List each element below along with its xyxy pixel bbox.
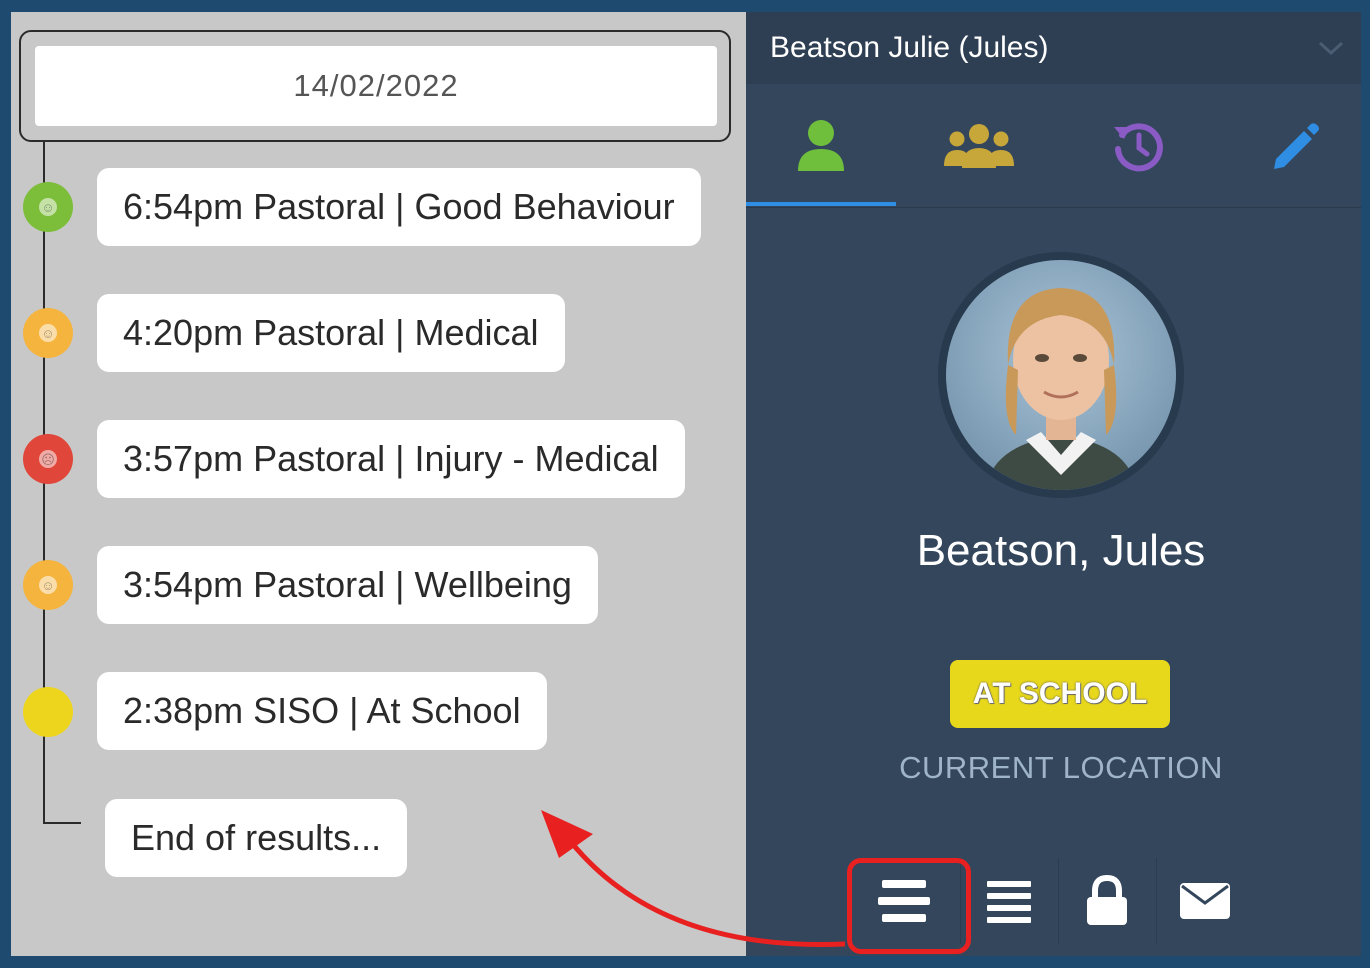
timeline-entry[interactable]: 2:38pm SISO | At School — [97, 672, 547, 750]
location-status-badge: AT SCHOOL — [950, 660, 1170, 728]
status-dot-neutral: ☺ — [23, 560, 73, 610]
location-label: CURRENT LOCATION — [899, 750, 1223, 785]
status-dot-location — [23, 687, 73, 737]
lock-icon — [1086, 875, 1127, 925]
smile-face-icon: ☺ — [39, 198, 57, 216]
end-of-results: End of results... — [105, 799, 408, 877]
user-icon — [798, 120, 844, 171]
email-button[interactable] — [1156, 858, 1252, 944]
app-frame: 14/02/2022 ☺ ☺ ☹ ☺ 6:54pm Pastoral | Goo… — [11, 12, 1361, 956]
date-header: 14/02/2022 — [19, 30, 731, 142]
envelope-icon — [1179, 883, 1230, 919]
status-dot-positive: ☺ — [23, 182, 73, 232]
sad-face-icon: ☹ — [39, 450, 57, 468]
student-panel: Beatson Julie (Jules) Beatson, Jules AT … — [746, 12, 1361, 956]
status-dot-negative: ☹ — [23, 434, 73, 484]
users-icon — [944, 124, 1014, 168]
pencil-icon — [1274, 123, 1319, 169]
timeline-entry[interactable]: 6:54pm Pastoral | Good Behaviour — [97, 168, 701, 246]
timeline-entry[interactable]: 3:54pm Pastoral | Wellbeing — [97, 546, 598, 624]
neutral-face-icon: ☺ — [39, 576, 57, 594]
student-selector-title: Beatson Julie (Jules) — [770, 31, 1049, 64]
timeline-entry[interactable]: 3:57pm Pastoral | Injury - Medical — [97, 420, 685, 498]
student-name: Beatson, Jules — [916, 526, 1206, 575]
lock-button[interactable] — [1058, 858, 1154, 944]
status-dot-neutral: ☺ — [23, 308, 73, 358]
tab-profile[interactable] — [746, 84, 896, 208]
tab-contacts[interactable] — [904, 84, 1054, 208]
history-icon — [1114, 123, 1163, 172]
timeline-end-line — [43, 822, 81, 824]
chevron-down-icon[interactable] — [1301, 12, 1361, 84]
neutral-face-icon: ☺ — [39, 324, 57, 342]
list-button[interactable] — [960, 858, 1056, 944]
list-icon — [986, 881, 1031, 923]
timeline-entry[interactable]: 4:20pm Pastoral | Medical — [97, 294, 565, 372]
timeline-panel: 14/02/2022 ☺ ☺ ☹ ☺ 6:54pm Pastoral | Goo… — [11, 12, 746, 956]
active-tab-indicator — [746, 202, 896, 206]
student-selector[interactable]: Beatson Julie (Jules) — [746, 12, 1361, 84]
student-avatar — [938, 252, 1184, 498]
student-tabs — [746, 84, 1361, 208]
tab-edit[interactable] — [1220, 84, 1361, 208]
tab-history[interactable] — [1064, 84, 1214, 208]
timeline-date: 14/02/2022 — [35, 46, 717, 126]
annotation-highlight-box — [847, 858, 971, 954]
